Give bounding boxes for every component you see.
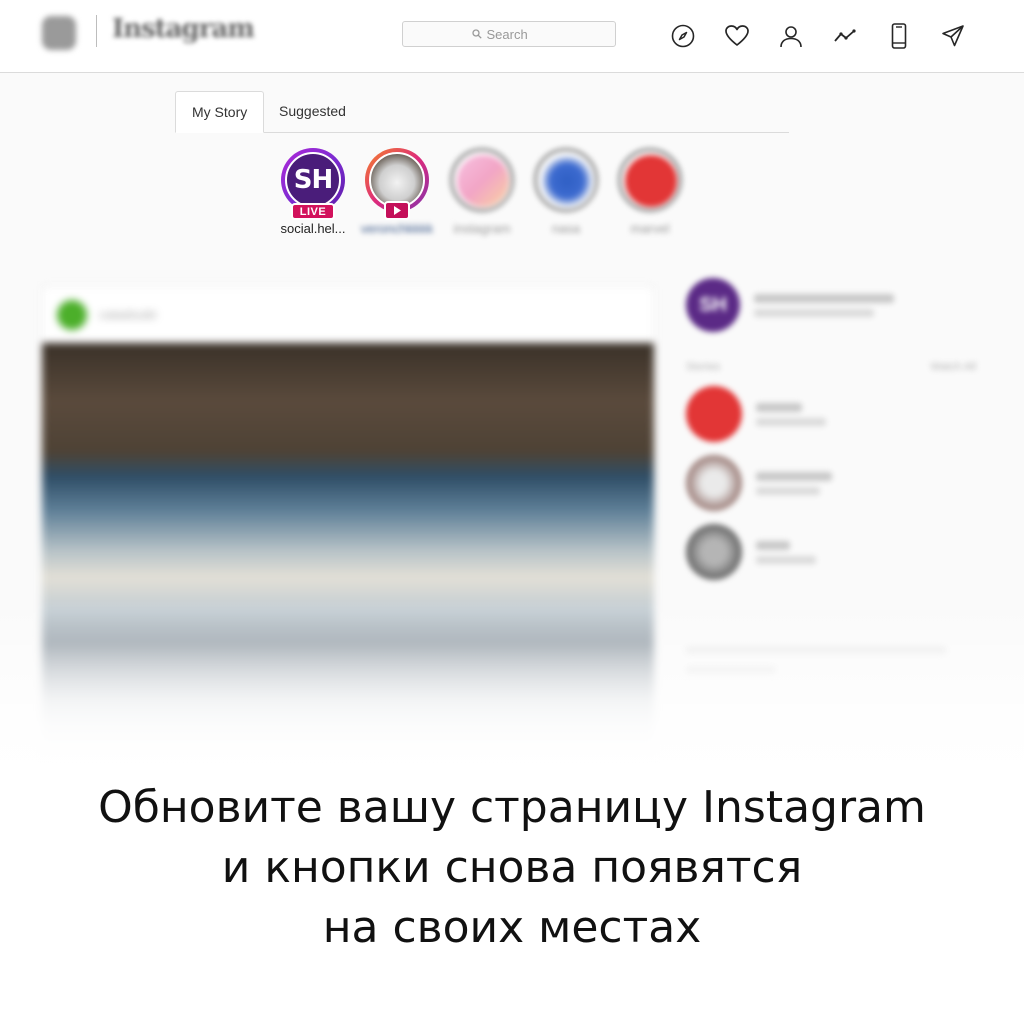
sidebar-story-time [756, 555, 816, 564]
instagram-avatar [455, 153, 511, 209]
feed-post: catadoubt [42, 286, 654, 761]
compass-icon[interactable] [670, 22, 696, 50]
main-content: My Story Suggested SH LIVE social.hel...… [0, 73, 1024, 773]
sidebar-fullname [754, 308, 874, 317]
story-ring [365, 148, 429, 220]
watch-all-link[interactable]: Watch All [931, 361, 976, 373]
sidebar-story-name [756, 471, 832, 481]
tab-my-story[interactable]: My Story [175, 91, 265, 133]
sidebar-story-name [756, 540, 790, 550]
story-item[interactable]: veronchkkkk [357, 148, 437, 236]
caption-line-1: Обновите вашу страницу Instagram [98, 782, 926, 833]
cat-avatar [369, 152, 425, 208]
post-avatar[interactable] [57, 299, 87, 330]
story-avatar: SH [285, 152, 341, 208]
live-badge: LIVE [291, 203, 335, 220]
search-icon [471, 29, 482, 39]
sidebar-footer-links [686, 646, 946, 654]
story-ring [450, 148, 514, 212]
caption-line-2: и кнопки снова появятся [221, 842, 803, 893]
sidebar-username [754, 293, 894, 303]
sidebar-avatar-initials: SH [699, 293, 727, 316]
sidebar-avatar: SH [686, 278, 740, 332]
avatar-initials: SH [293, 165, 333, 195]
sidebar-story-item[interactable] [686, 386, 826, 442]
caption-line-3: на своих местах [322, 902, 702, 953]
post-header: catadoubt [42, 286, 654, 343]
search-input[interactable] [486, 26, 547, 42]
sidebar-story-avatar [686, 386, 742, 442]
story-username: marvel [630, 221, 670, 236]
sidebar-story-name [756, 402, 802, 412]
nasa-avatar [539, 153, 595, 209]
phone-icon[interactable] [886, 22, 912, 50]
story-item[interactable]: marvel [610, 148, 690, 236]
story-username: nasa [551, 221, 581, 236]
right-sidebar: SH Stories Watch All [686, 278, 986, 698]
sidebar-story-time [756, 417, 826, 426]
profile-icon[interactable] [778, 22, 804, 50]
story-ring [618, 148, 682, 212]
story-ring [534, 148, 598, 212]
caption-area: Обновите вашу страницу Instagram и кнопк… [0, 772, 1024, 1024]
logo-divider [96, 15, 97, 47]
story-username: instagram [453, 221, 511, 236]
story-tabs: My Story Suggested [175, 91, 789, 133]
sidebar-copyright [686, 666, 776, 674]
play-icon [394, 206, 401, 215]
stories-label: Stories [686, 361, 721, 373]
search-box[interactable] [402, 21, 616, 47]
story-item[interactable]: nasa [526, 148, 606, 236]
post-image[interactable] [42, 343, 654, 761]
sidebar-story-time [756, 486, 820, 495]
stories-tray: SH LIVE social.hel... veronchkkkk instag… [0, 148, 1024, 248]
sidebar-story-item[interactable] [686, 455, 832, 511]
sidebar-story-item[interactable] [686, 524, 816, 580]
heart-icon[interactable] [724, 22, 750, 50]
video-badge [384, 201, 410, 220]
instagram-wordmark[interactable]: Instagram [112, 14, 255, 44]
instagram-camera-icon[interactable] [42, 16, 76, 50]
story-ring: SH LIVE [281, 148, 345, 220]
tab-suggested[interactable]: Suggested [263, 91, 362, 132]
story-item[interactable]: instagram [442, 148, 522, 236]
top-navigation-bar: Instagram [0, 0, 1024, 73]
story-username: veronchkkkk [360, 221, 434, 236]
sidebar-profile[interactable]: SH [686, 278, 894, 332]
story-username: social.hel... [280, 221, 346, 236]
stats-icon[interactable] [832, 22, 858, 50]
sidebar-story-avatar [686, 524, 742, 580]
post-username[interactable]: catadoubt [99, 307, 156, 322]
sidebar-story-avatar [686, 455, 742, 511]
marvel-avatar [623, 153, 679, 209]
story-item[interactable]: SH LIVE social.hel... [273, 148, 353, 236]
direct-icon[interactable] [940, 22, 966, 50]
